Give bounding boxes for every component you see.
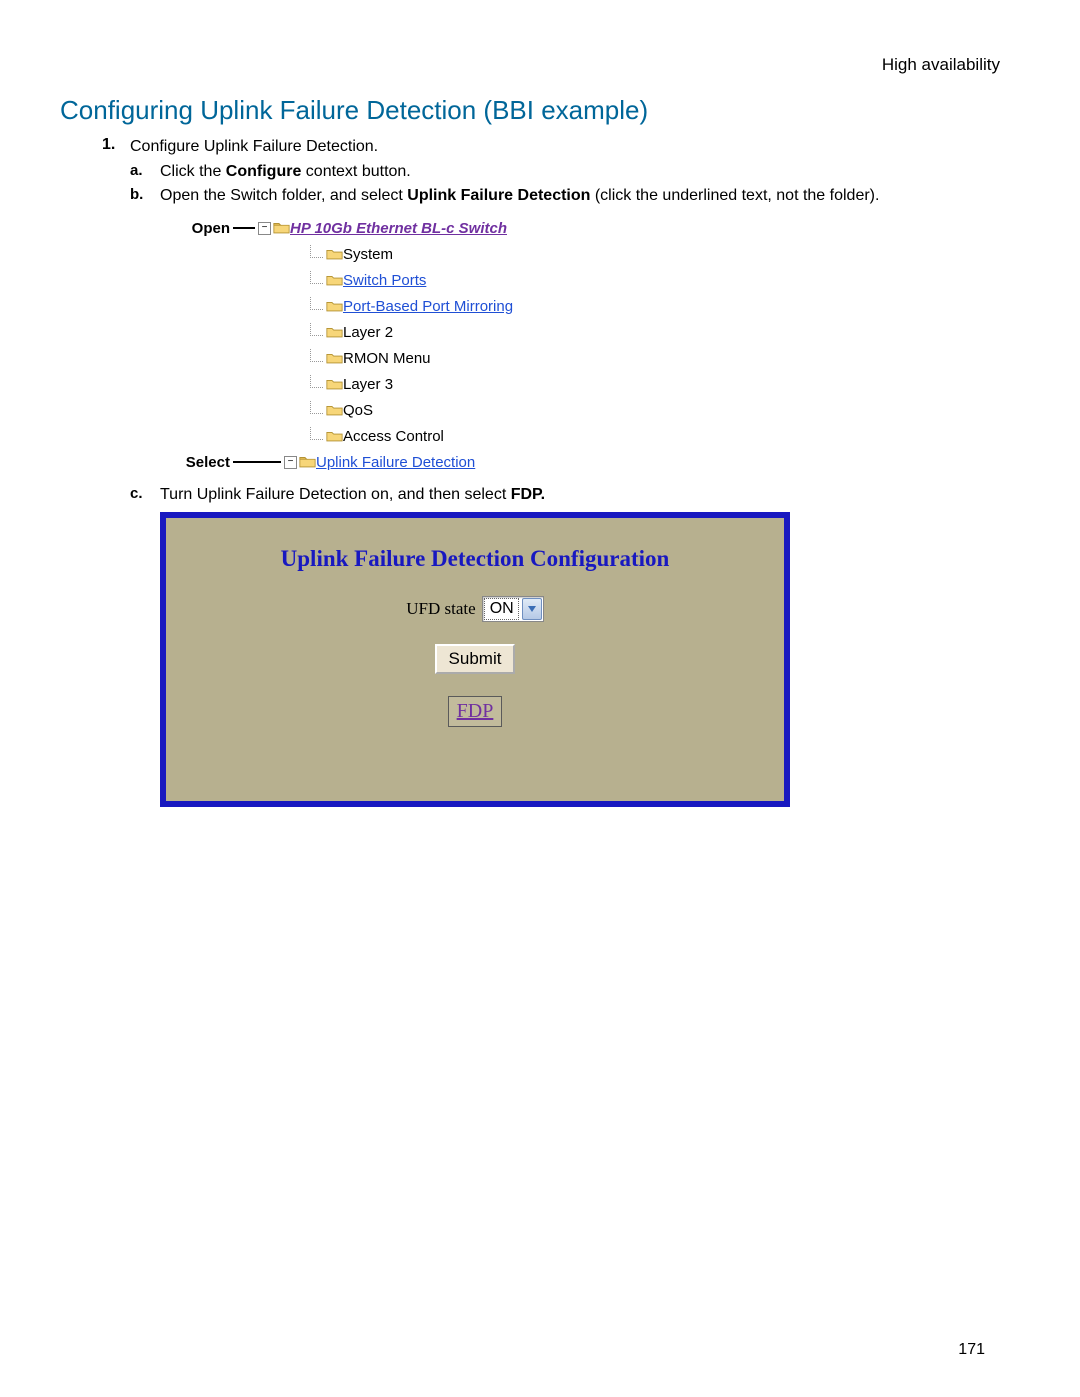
page-number: 171: [958, 1341, 985, 1359]
folder-icon: [326, 299, 343, 313]
tree-ufd-link[interactable]: Uplink Failure Detection: [316, 454, 475, 471]
ufd-panel-title: Uplink Failure Detection Configuration: [281, 546, 670, 572]
tree-branch-icon: [310, 323, 323, 336]
submit-button[interactable]: Submit: [435, 644, 516, 674]
ufd-state-row: UFD state ON: [406, 596, 543, 622]
section-title: Configuring Uplink Failure Detection (BB…: [60, 95, 1020, 126]
tree-item: RMON Menu: [310, 345, 615, 371]
substep-a-post: context button.: [301, 163, 410, 180]
substep-c: Turn Uplink Failure Detection on, and th…: [130, 485, 1020, 807]
collapse-icon[interactable]: −: [258, 222, 271, 235]
substep-b: Open the Switch folder, and select Uplin…: [130, 186, 1020, 475]
tree-item-label: QoS: [343, 402, 373, 419]
connector-line-icon: [233, 227, 255, 229]
tree-branch-icon: [310, 401, 323, 414]
substep-list: Click the Configure context button. Open…: [130, 162, 1020, 807]
substep-c-bold: FDP.: [511, 486, 545, 503]
open-label: Open: [175, 220, 230, 237]
ufd-config-panel: Uplink Failure Detection Configuration U…: [160, 512, 790, 807]
chevron-down-icon[interactable]: [522, 598, 542, 620]
folder-open-icon: [273, 221, 290, 235]
tree-item-label: System: [343, 246, 393, 263]
tree-last-row: Select − Uplink Failure Detection: [175, 449, 615, 475]
substep-b-post: (click the underlined text, not the fold…: [590, 187, 879, 204]
tree-item: Switch Ports: [310, 267, 615, 293]
tree-item: System: [310, 241, 615, 267]
collapse-icon[interactable]: −: [284, 456, 297, 469]
select-label: Select: [175, 454, 230, 471]
tree-item-label: Layer 3: [343, 376, 393, 393]
folder-icon: [326, 273, 343, 287]
tree-item: QoS: [310, 397, 615, 423]
tree-item: Port-Based Port Mirroring: [310, 293, 615, 319]
tree-item-label: Access Control: [343, 428, 444, 445]
folder-open-icon: [299, 455, 316, 469]
substep-a-pre: Click the: [160, 163, 226, 180]
folder-icon: [326, 325, 343, 339]
tree-children: System Switch Ports Port-Based Port Mirror…: [175, 241, 615, 449]
substep-b-bold: Uplink Failure Detection: [407, 187, 590, 204]
folder-icon: [326, 377, 343, 391]
fdp-link[interactable]: FDP: [448, 696, 503, 727]
substep-b-pre: Open the Switch folder, and select: [160, 187, 407, 204]
folder-icon: [326, 429, 343, 443]
tree-root-row: Open − HP 10Gb Ethernet BL-c Switch: [175, 215, 615, 241]
tree-root-link[interactable]: HP 10Gb Ethernet BL-c Switch: [290, 220, 507, 237]
tree-branch-icon: [310, 375, 323, 388]
tree-branch-icon: [310, 427, 323, 440]
header-chapter: High availability: [882, 55, 1000, 75]
ufd-state-value: ON: [484, 598, 519, 620]
tree-item-label: Layer 2: [343, 324, 393, 341]
tree-branch-icon: [310, 245, 323, 258]
tree-item: Layer 2: [310, 319, 615, 345]
tree-item-label: RMON Menu: [343, 350, 431, 367]
folder-icon: [326, 351, 343, 365]
step-1: Configure Uplink Failure Detection. Clic…: [60, 136, 1020, 807]
step-list: Configure Uplink Failure Detection. Clic…: [60, 136, 1020, 807]
substep-c-pre: Turn Uplink Failure Detection on, and th…: [160, 486, 511, 503]
tree-view: Open − HP 10Gb Ethernet BL-c Switch Syst…: [175, 215, 615, 475]
folder-icon: [326, 403, 343, 417]
tree-item-label[interactable]: Port-Based Port Mirroring: [343, 298, 513, 315]
step-1-text: Configure Uplink Failure Detection.: [130, 136, 1020, 158]
tree-item-label[interactable]: Switch Ports: [343, 272, 426, 289]
substep-a: Click the Configure context button.: [130, 162, 1020, 183]
connector-line-icon: [233, 461, 281, 463]
tree-branch-icon: [310, 271, 323, 284]
tree-item: Layer 3: [310, 371, 615, 397]
substep-a-bold: Configure: [226, 163, 302, 180]
document-page: High availability Configuring Uplink Fai…: [0, 0, 1080, 1397]
tree-item: Access Control: [310, 423, 615, 449]
ufd-state-select[interactable]: ON: [482, 596, 544, 622]
ufd-state-label: UFD state: [406, 599, 475, 619]
tree-branch-icon: [310, 349, 323, 362]
tree-branch-icon: [310, 297, 323, 310]
folder-icon: [326, 247, 343, 261]
